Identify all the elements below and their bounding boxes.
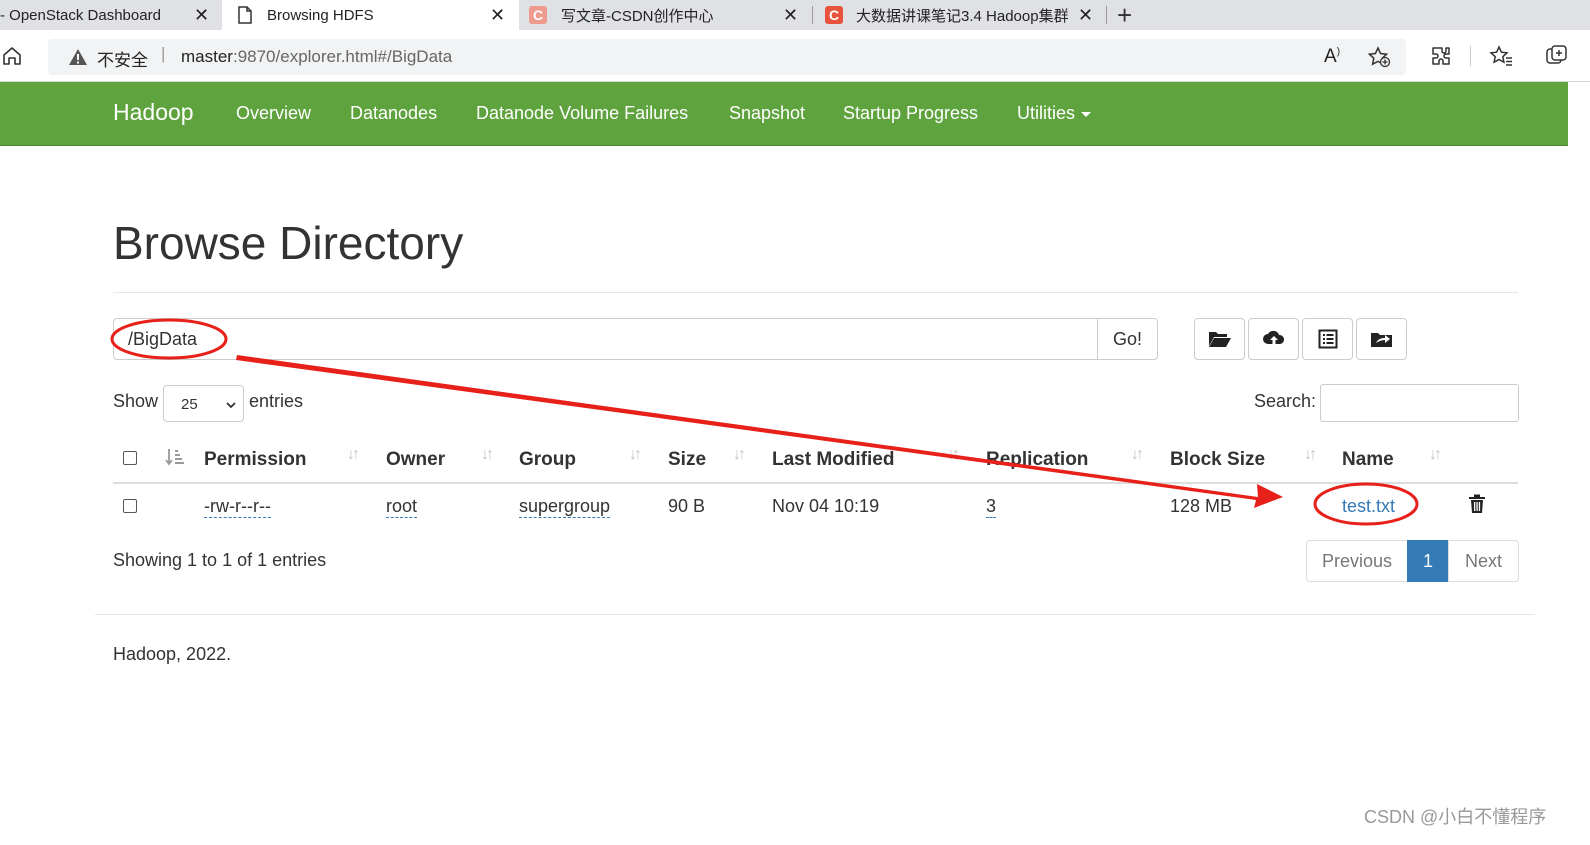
close-icon[interactable]: ✕ <box>783 5 798 26</box>
url-host: master <box>181 47 233 66</box>
nav-item-startup-progress[interactable]: Startup Progress <box>843 103 978 124</box>
folder-move-icon <box>1370 333 1392 347</box>
page-length-value: 25 <box>181 396 198 413</box>
security-label[interactable]: 不安全 <box>97 46 148 71</box>
nav-item-utilities[interactable]: Utilities <box>1017 103 1092 124</box>
nav-item-datanode-volume-failures[interactable]: Datanode Volume Failures <box>476 103 688 124</box>
tab-csdn-editor[interactable]: C 写文章-CSDN创作中心 ✕ <box>519 0 812 30</box>
folder-open-icon <box>1208 332 1231 347</box>
cell-owner[interactable]: root <box>386 496 418 518</box>
tab-title: 写文章-CSDN创作中心 <box>561 7 714 25</box>
entries-label: entries <box>249 391 304 411</box>
sort-icon[interactable]: ↓↑ <box>1429 446 1442 464</box>
directory-path-input[interactable] <box>113 318 1098 360</box>
column-header-replication[interactable]: Replication <box>986 449 1088 471</box>
tab-title: - OpenStack Dashboard <box>0 6 161 24</box>
nav-item-datanodes[interactable]: Datanodes <box>350 103 437 124</box>
column-header-size[interactable]: Size <box>668 449 706 471</box>
trash-icon[interactable] <box>1468 494 1486 514</box>
page-1-button[interactable]: 1 <box>1407 540 1449 582</box>
sort-icon[interactable]: ↓↑ <box>1131 446 1144 464</box>
extensions-icon[interactable] <box>1430 45 1452 67</box>
go-button[interactable]: Go! <box>1097 318 1158 360</box>
collections-icon[interactable] <box>1545 45 1569 67</box>
column-header-owner[interactable]: Owner <box>386 449 445 471</box>
column-header-group[interactable]: Group <box>519 449 576 471</box>
annotation-arrow <box>236 355 1283 508</box>
previous-page-button[interactable]: Previous <box>1306 540 1408 582</box>
search-input[interactable] <box>1320 384 1519 422</box>
address-divider: | <box>161 44 166 63</box>
tab-openstack-dashboard[interactable]: - OpenStack Dashboard ✕ <box>0 0 222 30</box>
column-header-last-modified[interactable]: Last Modified <box>772 449 894 471</box>
browser-tab-bar: - OpenStack Dashboard ✕ Browsing HDFS ✕ … <box>0 0 1590 30</box>
caret-down-icon <box>1081 111 1092 117</box>
column-header-permission[interactable]: Permission <box>204 449 306 471</box>
tab-bigdata-notes[interactable]: C 大数据讲课笔记3.4 Hadoop集群 ✕ <box>813 0 1106 30</box>
cell-name-link[interactable]: test.txt <box>1342 496 1395 517</box>
next-page-button[interactable]: Next <box>1448 540 1519 582</box>
sort-icon[interactable]: ↓↑ <box>1304 446 1317 464</box>
browser-toolbar: 不安全 | master:9870/explorer.html#/BigData… <box>0 30 1590 82</box>
close-icon[interactable]: ✕ <box>194 5 209 26</box>
nav-item-utilities-label: Utilities <box>1017 103 1076 123</box>
watermark: CSDN @小白不懂程序 <box>1364 807 1547 827</box>
cloud-upload-icon <box>1262 330 1284 347</box>
tab-title: 大数据讲课笔记3.4 Hadoop集群 <box>856 7 1069 25</box>
read-aloud-icon[interactable]: A) <box>1324 46 1340 68</box>
home-icon[interactable] <box>2 46 22 66</box>
chevron-down-icon <box>226 402 236 409</box>
cell-last-modified: Nov 04 10:19 <box>772 496 880 516</box>
table-header-divider <box>113 482 1518 484</box>
footer-text: Hadoop, 2022. <box>113 644 232 664</box>
url-text[interactable]: master:9870/explorer.html#/BigData <box>181 47 452 67</box>
create-directory-button[interactable] <box>1194 318 1245 360</box>
sort-amount-icon[interactable] <box>165 447 185 467</box>
cell-group[interactable]: supergroup <box>519 496 611 518</box>
csdn-logo-icon: C <box>529 6 547 24</box>
close-icon[interactable]: ✕ <box>1078 5 1093 26</box>
cell-replication[interactable]: 3 <box>986 496 997 518</box>
tab-browsing-hdfs[interactable]: Browsing HDFS ✕ <box>222 0 519 30</box>
address-bar[interactable]: 不安全 | master:9870/explorer.html#/BigData… <box>48 39 1406 75</box>
column-header-name[interactable]: Name <box>1342 449 1394 471</box>
document-icon <box>238 6 252 24</box>
paste-files-button[interactable] <box>1356 318 1407 360</box>
sort-icon[interactable]: ↓↑ <box>947 446 960 464</box>
cut-paste-button[interactable] <box>1302 318 1353 360</box>
sort-icon[interactable]: ↓↑ <box>629 446 642 464</box>
tab-separator <box>1106 6 1107 24</box>
new-tab-button[interactable]: + <box>1117 0 1132 30</box>
add-favorite-icon[interactable] <box>1367 46 1391 68</box>
nav-item-snapshot[interactable]: Snapshot <box>729 103 805 124</box>
column-header-block-size[interactable]: Block Size <box>1170 449 1265 471</box>
url-path: :9870/explorer.html#/BigData <box>232 47 453 66</box>
page-length-select[interactable]: 25 <box>163 385 244 422</box>
sort-icon[interactable]: ↓↑ <box>733 446 746 464</box>
sort-icon[interactable]: ↓↑ <box>481 446 494 464</box>
warning-icon <box>69 49 87 65</box>
show-label: Show <box>113 391 159 411</box>
toolbar-divider <box>1470 46 1471 66</box>
search-label: Search: <box>1254 391 1317 411</box>
cell-size: 90 B <box>668 496 706 516</box>
divider <box>113 292 1518 293</box>
favorites-icon[interactable] <box>1489 45 1513 67</box>
divider <box>95 614 1535 615</box>
page-title: Browse Directory <box>113 217 464 269</box>
cell-block-size: 128 MB <box>1170 496 1233 516</box>
table-info: Showing 1 to 1 of 1 entries <box>113 550 327 570</box>
nav-brand[interactable]: Hadoop <box>113 99 194 126</box>
csdn-logo-icon: C <box>825 6 843 24</box>
select-all-checkbox[interactable] <box>123 451 137 465</box>
hadoop-navbar: Hadoop Overview Datanodes Datanode Volum… <box>0 82 1568 146</box>
nav-item-overview[interactable]: Overview <box>236 103 311 124</box>
cell-permission[interactable]: -rw-r--r-- <box>204 496 271 518</box>
tab-title: Browsing HDFS <box>267 6 374 24</box>
close-icon[interactable]: ✕ <box>490 5 505 26</box>
sort-icon[interactable]: ↓↑ <box>347 446 360 464</box>
row-select-checkbox[interactable] <box>123 499 137 513</box>
list-alt-icon <box>1318 329 1337 349</box>
upload-files-button[interactable] <box>1248 318 1299 360</box>
